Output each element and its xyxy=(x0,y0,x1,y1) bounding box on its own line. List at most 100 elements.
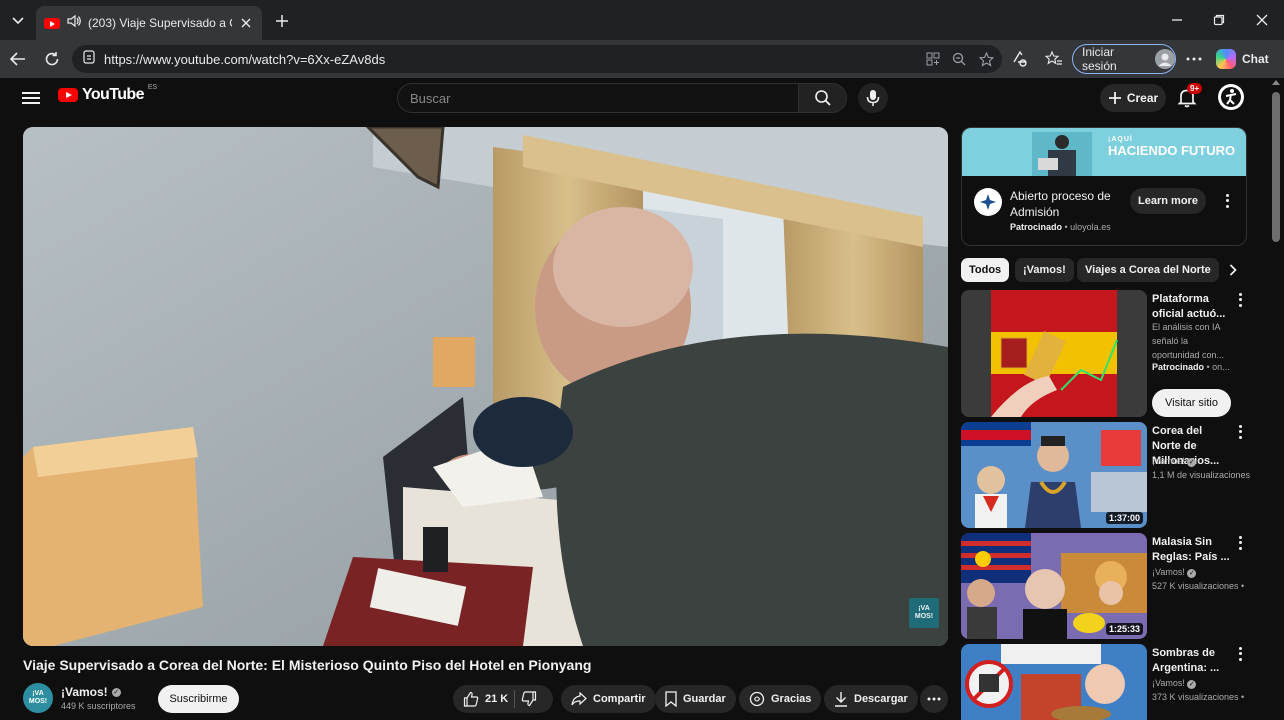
ad-sponsored-label: Patrocinado xyxy=(1010,222,1063,232)
rec-channel-name: ¡Vamos! xyxy=(1152,678,1185,688)
copilot-chat-button[interactable]: Chat xyxy=(1216,46,1276,72)
youtube-play-icon xyxy=(58,88,78,102)
rec-channel[interactable]: ¡Vamos! ✓ xyxy=(1152,677,1261,690)
ad-title: Abierto proceso de Admisión xyxy=(1010,189,1111,219)
list-item[interactable]: 1:37:00 Corea del Norte de Millonarios..… xyxy=(961,422,1261,528)
search-input[interactable] xyxy=(410,90,798,106)
page-scrollbar[interactable] xyxy=(1268,78,1284,720)
voice-search-button[interactable] xyxy=(858,83,888,113)
back-icon[interactable] xyxy=(6,47,30,71)
rec-menu-icon[interactable] xyxy=(1235,535,1245,551)
rec-menu-icon[interactable] xyxy=(1235,646,1245,662)
more-actions-button[interactable] xyxy=(920,685,948,713)
lock-icon[interactable] xyxy=(82,49,96,69)
copilot-icon xyxy=(1216,49,1236,69)
scroll-up-icon[interactable] xyxy=(1272,80,1280,85)
video-player[interactable]: ¡VA MOS! xyxy=(23,127,948,646)
extension-icon[interactable] xyxy=(1008,47,1032,71)
ad-menu-icon[interactable] xyxy=(1222,193,1232,209)
video-thumbnail[interactable]: 1:25:33 xyxy=(961,533,1147,639)
rec-sponsored-label: Patrocinado xyxy=(1152,362,1205,372)
chat-label: Chat xyxy=(1242,52,1269,66)
verified-icon: ✓ xyxy=(1187,458,1197,467)
rec-menu-icon[interactable] xyxy=(1235,292,1245,308)
chip-todos[interactable]: Todos xyxy=(961,258,1010,282)
ad-thumbnail[interactable] xyxy=(961,290,1147,417)
rec-sponsored-suffix: • on... xyxy=(1204,362,1230,372)
super-thanks-icon xyxy=(749,691,765,707)
subscribe-button[interactable]: Suscribirme xyxy=(158,685,239,713)
create-button[interactable]: Crear xyxy=(1100,84,1166,112)
channel-watermark[interactable]: ¡VA MOS! xyxy=(909,598,939,628)
notification-badge: 9+ xyxy=(1187,83,1203,94)
rec-menu-icon[interactable] xyxy=(1235,424,1245,440)
signin-button[interactable]: Iniciar sesión xyxy=(1072,44,1176,74)
rec-title[interactable]: Sombras de Argentina: ... xyxy=(1152,646,1232,676)
youtube-logo[interactable]: YouTube ES xyxy=(58,84,157,104)
search-icon xyxy=(814,90,831,106)
avatar-line1: ¡VA xyxy=(32,690,44,697)
visit-site-button[interactable]: Visitar sitio xyxy=(1152,389,1231,417)
share-icon xyxy=(571,692,587,706)
favorites-icon[interactable] xyxy=(1042,47,1066,71)
list-item[interactable]: 1:25:33 Malasia Sin Reglas: País ... ¡Va… xyxy=(961,533,1261,639)
search-button[interactable] xyxy=(799,83,847,113)
ad-banner-image[interactable]: ¡AQUÍ HACIENDO FUTURO xyxy=(962,128,1246,176)
speaker-icon[interactable] xyxy=(66,14,82,33)
chip-viajes-corea[interactable]: Viajes a Corea del Norte xyxy=(1077,258,1219,282)
thumbs-down-icon xyxy=(521,691,537,707)
learn-more-button[interactable]: Learn more xyxy=(1130,188,1206,214)
hamburger-menu-icon[interactable] xyxy=(22,89,40,107)
ad-banner-big: HACIENDO FUTURO xyxy=(1108,143,1236,158)
dislike-button[interactable] xyxy=(521,691,537,707)
close-window-icon[interactable] xyxy=(1250,8,1274,32)
tab-list-icon[interactable] xyxy=(6,9,30,33)
star-icon[interactable] xyxy=(978,51,994,67)
account-avatar[interactable] xyxy=(1218,84,1244,110)
reload-icon[interactable] xyxy=(40,47,64,71)
address-bar[interactable]: https://www.youtube.com/watch?v=6Xx-eZAv… xyxy=(72,45,1002,73)
share-label: Compartir xyxy=(593,693,646,705)
save-button[interactable]: Guardar xyxy=(655,685,736,713)
share-button[interactable]: Compartir xyxy=(561,685,656,713)
more-icon[interactable] xyxy=(1182,47,1206,71)
youtube-header: YouTube ES Crear 9+ xyxy=(0,78,1268,118)
rec-title[interactable]: Malasia Sin Reglas: País ... xyxy=(1152,535,1232,565)
video-owner-row: ¡VA MOS! ¡Vamos! ✓ 449 K suscriptores Su… xyxy=(23,682,948,714)
list-item[interactable]: Sombras de Argentina: ... ¡Vamos! ✓ 373 … xyxy=(961,644,1261,720)
advertiser-logo xyxy=(974,188,1002,216)
video-thumbnail[interactable] xyxy=(961,644,1147,720)
minimize-icon[interactable] xyxy=(1165,8,1189,32)
rec-channel[interactable]: ¡Vamos! ✓ xyxy=(1152,566,1262,579)
channel-name[interactable]: ¡Vamos! ✓ xyxy=(61,685,121,699)
close-tab-icon[interactable] xyxy=(238,15,254,31)
rec-sponsored: Patrocinado • on... xyxy=(1152,361,1262,374)
video-duration: 1:25:33 xyxy=(1105,623,1143,635)
channel-avatar[interactable]: ¡VA MOS! xyxy=(23,683,53,713)
maximize-icon[interactable] xyxy=(1207,8,1231,32)
notifications-button[interactable]: 9+ xyxy=(1176,83,1203,110)
rec-views: 373 K visualizaciones • xyxy=(1152,692,1245,702)
rec-views: 1,1 M de visualizaciones xyxy=(1152,470,1251,480)
zoom-icon[interactable] xyxy=(951,51,967,67)
apps-icon[interactable] xyxy=(925,51,941,67)
browser-tab-active[interactable]: (203) Viaje Supervisado a Corea del Nort… xyxy=(36,6,262,40)
rec-title[interactable]: Plataforma oficial actuó... xyxy=(1152,292,1232,322)
chip-vamos[interactable]: ¡Vamos! xyxy=(1015,258,1074,282)
thanks-button[interactable]: Gracias xyxy=(739,685,822,713)
url-text: https://www.youtube.com/watch?v=6Xx-eZAv… xyxy=(104,51,386,67)
download-button[interactable]: Descargar xyxy=(824,685,918,713)
plus-icon[interactable] xyxy=(270,9,294,33)
like-button[interactable]: 21 K xyxy=(463,691,508,707)
rec-channel[interactable]: ¡Vamos! ✓ xyxy=(1152,455,1262,468)
thanks-label: Gracias xyxy=(771,693,812,705)
tab-title: (203) Viaje Supervisado a Corea del Nort… xyxy=(88,16,232,30)
chevron-right-icon[interactable] xyxy=(1223,260,1243,280)
verified-icon: ✓ xyxy=(1187,569,1197,578)
scrollbar-thumb[interactable] xyxy=(1272,92,1280,242)
video-thumbnail[interactable]: 1:37:00 xyxy=(961,422,1147,528)
plus-icon xyxy=(1108,92,1121,104)
sidebar-ad-item[interactable]: Plataforma oficial actuó... El análisis … xyxy=(961,290,1261,430)
sponsored-ad-card[interactable]: ¡AQUÍ HACIENDO FUTURO Abierto proceso de… xyxy=(961,127,1247,246)
rec-channel-name: ¡Vamos! xyxy=(1152,456,1185,466)
